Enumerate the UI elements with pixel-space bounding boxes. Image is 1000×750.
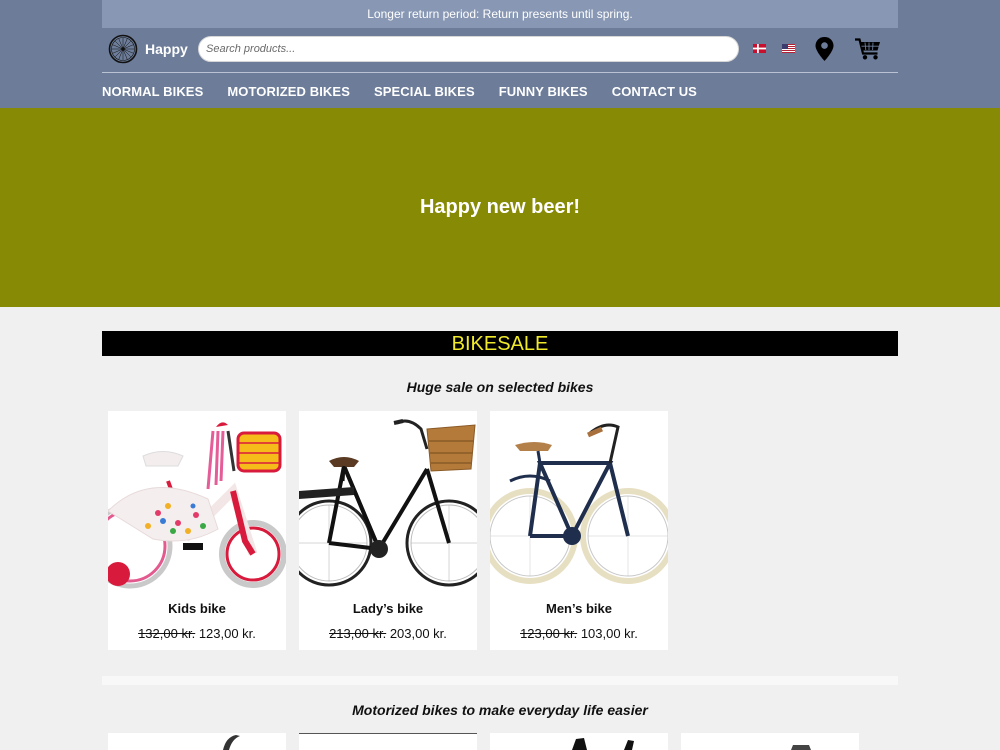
main-nav: NORMAL BIKES MOTORIZED BIKES SPECIAL BIK… xyxy=(102,84,697,99)
header-divider xyxy=(102,72,898,73)
sale-banner: BIKESALE xyxy=(102,331,898,356)
product-image[interactable] xyxy=(108,733,286,750)
product-name[interactable]: Kids bike xyxy=(108,601,286,616)
nav-item-normal-bikes[interactable]: NORMAL BIKES xyxy=(102,84,203,99)
bike-wheel-icon xyxy=(108,34,138,64)
hero-title: Happy new beer! xyxy=(419,196,581,218)
motorized-subtitle: Motorized bikes to make everyday life ea… xyxy=(352,702,648,718)
map-pin-icon[interactable] xyxy=(815,37,834,61)
search-input[interactable] xyxy=(206,43,738,55)
product-image-ladys-bike[interactable] xyxy=(299,411,477,589)
product-card-motorized-3[interactable] xyxy=(490,733,668,750)
old-price: 123,00 kr. xyxy=(520,626,578,641)
product-image-kids-bike[interactable] xyxy=(108,411,286,589)
product-image[interactable] xyxy=(490,733,668,750)
brand-name: Happy xyxy=(145,41,188,57)
us-flag-icon[interactable] xyxy=(782,44,795,53)
product-card-motorized-4[interactable] xyxy=(681,733,859,750)
brand-logo[interactable]: Happy xyxy=(108,34,188,64)
nav-item-funny-bikes[interactable]: FUNNY BIKES xyxy=(499,84,588,99)
danish-flag-icon[interactable] xyxy=(753,44,766,53)
product-card-mens-bike[interactable]: Men’s bike 123,00 kr. 103,00 kr. xyxy=(490,411,668,650)
current-price: 203,00 kr. xyxy=(389,626,447,641)
old-price: 132,00 kr. xyxy=(138,626,196,641)
section-divider xyxy=(102,676,898,685)
nav-item-contact-us[interactable]: CONTACT US xyxy=(612,84,697,99)
current-price: 123,00 kr. xyxy=(198,626,256,641)
search-bar[interactable] xyxy=(198,36,739,62)
old-price: 213,00 kr. xyxy=(329,626,387,641)
current-price: 103,00 kr. xyxy=(580,626,638,641)
product-name[interactable]: Men’s bike xyxy=(490,601,668,616)
site-header: Longer return period: Return presents un… xyxy=(0,0,1000,108)
product-card-ladys-bike[interactable]: Lady’s bike 213,00 kr. 203,00 kr. xyxy=(299,411,477,650)
product-name[interactable]: Lady’s bike xyxy=(299,601,477,616)
product-price: 213,00 kr. 203,00 kr. xyxy=(299,626,477,641)
promo-bar: Longer return period: Return presents un… xyxy=(102,0,898,28)
product-image[interactable] xyxy=(681,733,859,750)
product-image-mens-bike[interactable] xyxy=(490,411,668,589)
product-card-motorized-2[interactable] xyxy=(299,733,477,750)
sale-subtitle: Huge sale on selected bikes xyxy=(406,379,594,395)
shopping-cart-icon[interactable] xyxy=(855,38,881,60)
nav-item-special-bikes[interactable]: SPECIAL BIKES xyxy=(374,84,475,99)
product-card-motorized-1[interactable] xyxy=(108,733,286,750)
product-card-kids-bike[interactable]: Kids bike 132,00 kr. 123,00 kr. xyxy=(108,411,286,650)
nav-item-motorized-bikes[interactable]: MOTORIZED BIKES xyxy=(227,84,350,99)
hero-banner: Happy new beer! xyxy=(0,108,1000,307)
product-price: 123,00 kr. 103,00 kr. xyxy=(490,626,668,641)
product-price: 132,00 kr. 123,00 kr. xyxy=(108,626,286,641)
product-image[interactable] xyxy=(299,734,477,750)
